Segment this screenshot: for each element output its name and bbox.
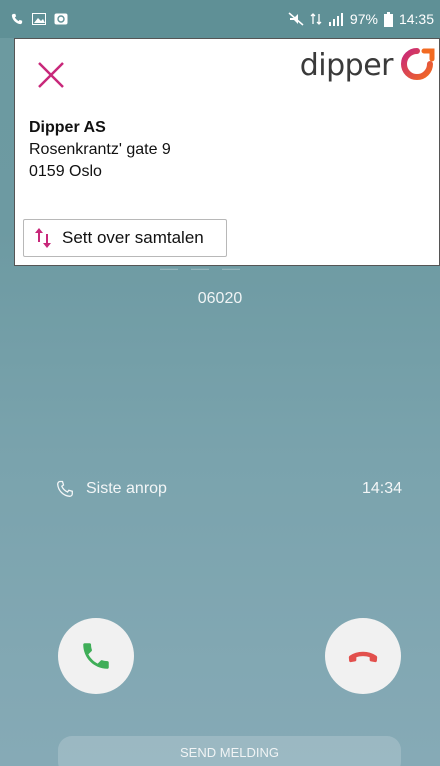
battery-icon <box>383 11 393 27</box>
phone-outline-icon <box>57 480 73 497</box>
phone-hangup-icon <box>348 651 378 663</box>
signal-icon <box>328 13 343 26</box>
recent-call-time: 14:34 <box>361 480 402 497</box>
caller-id-overlay: dipper Dipper AS Rosenkrantz' gate 9 015… <box>14 38 440 266</box>
battery-percent: 97% <box>349 11 378 27</box>
mute-icon <box>288 12 304 26</box>
send-message-button[interactable]: SEND MELDING <box>58 736 401 766</box>
dipper-logo: dipper <box>300 47 435 83</box>
phone-answer-icon <box>83 643 109 669</box>
caller-number: 06020 <box>197 290 243 307</box>
transfer-call-button[interactable]: Sett over samtalen <box>23 219 227 257</box>
app-notification-icon <box>54 13 68 25</box>
recent-call-row[interactable]: Siste anrop 14:34 <box>56 480 402 498</box>
answer-call-button[interactable] <box>58 618 134 694</box>
recent-call-label: Siste anrop <box>86 480 167 497</box>
decline-call-button[interactable] <box>325 618 401 694</box>
transfer-call-label: Sett over samtalen <box>62 228 204 247</box>
address-postal: 0159 Oslo <box>29 163 102 180</box>
status-bar: 97% 14:35 <box>0 0 440 38</box>
phone-call-icon <box>11 13 23 25</box>
data-transfer-icon <box>310 13 322 25</box>
company-info: Dipper AS Rosenkrantz' gate 9 0159 Oslo <box>29 117 171 183</box>
image-notification-icon <box>32 13 46 25</box>
close-icon[interactable] <box>35 59 67 91</box>
logo-mark-icon <box>401 48 435 80</box>
clock: 14:35 <box>398 11 434 27</box>
company-name: Dipper AS <box>29 119 106 136</box>
transfer-arrows-icon <box>35 228 51 248</box>
address-street: Rosenkrantz' gate 9 <box>29 141 171 158</box>
logo-text: dipper <box>299 47 394 83</box>
